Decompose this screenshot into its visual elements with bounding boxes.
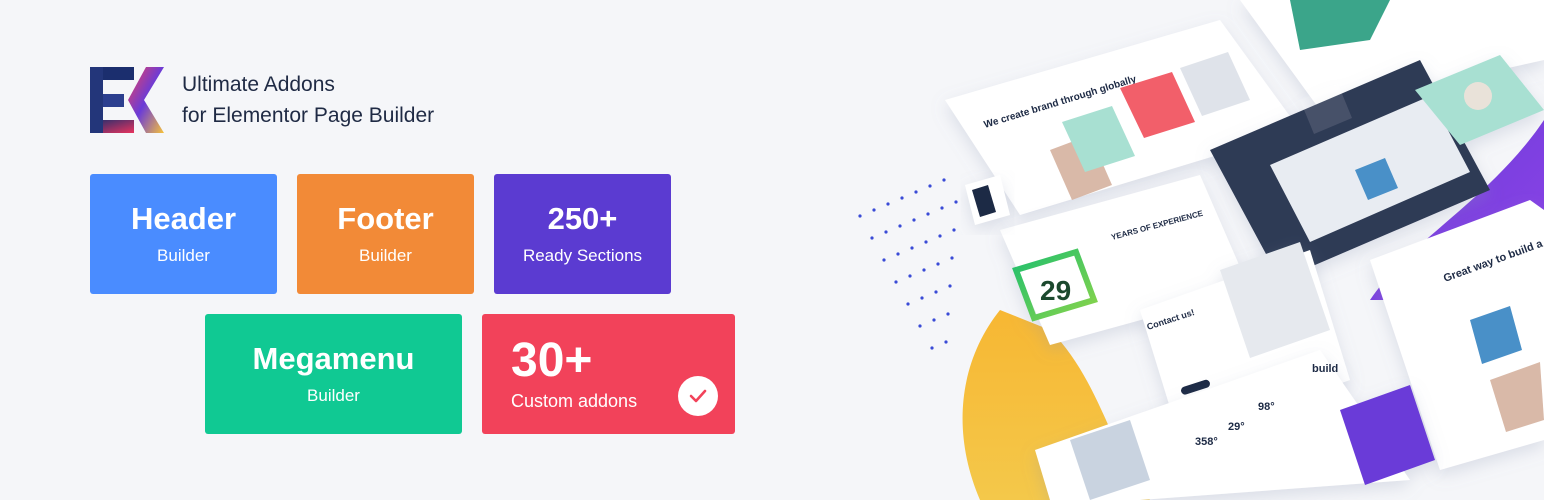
footer-builder-tile: Footer Builder — [297, 174, 474, 294]
megamenu-builder-tile: Megamenu Builder — [205, 314, 462, 434]
stat-value: 98° — [1258, 401, 1275, 413]
page-templates-showcase: We create brand through globally 29 YEAR… — [858, 0, 1544, 500]
ready-sections-tile: 250+ Ready Sections — [494, 174, 671, 294]
tile-title: 30+ — [511, 334, 593, 387]
custom-addons-tile: 30+ Custom addons — [482, 314, 735, 434]
build-word: build — [1312, 363, 1338, 375]
tile-subtitle: Custom addons — [511, 391, 638, 411]
tile-title: 250+ — [547, 201, 618, 236]
stat-value: 358° — [1195, 436, 1218, 448]
dot-pattern — [858, 178, 958, 350]
tile-title: Header — [130, 201, 237, 236]
years-number: 29 — [1040, 275, 1071, 306]
brand-header: Ultimate Addons for Elementor Page Build… — [88, 64, 434, 136]
tile-subtitle: Builder — [307, 386, 360, 405]
brand-subtitle: for Elementor Page Builder — [182, 104, 435, 127]
header-builder-tile: Header Builder — [90, 174, 277, 294]
tile-subtitle: Builder — [157, 246, 210, 265]
tile-title: Footer — [337, 201, 434, 236]
stat-value: 29° — [1228, 421, 1245, 433]
check-icon — [678, 376, 718, 416]
tile-title: Megamenu — [252, 341, 415, 376]
tile-subtitle: Builder — [359, 246, 412, 265]
ek-logo-icon — [90, 67, 164, 133]
tile-subtitle: Ready Sections — [522, 246, 643, 265]
brand-title: Ultimate Addons — [182, 73, 335, 96]
